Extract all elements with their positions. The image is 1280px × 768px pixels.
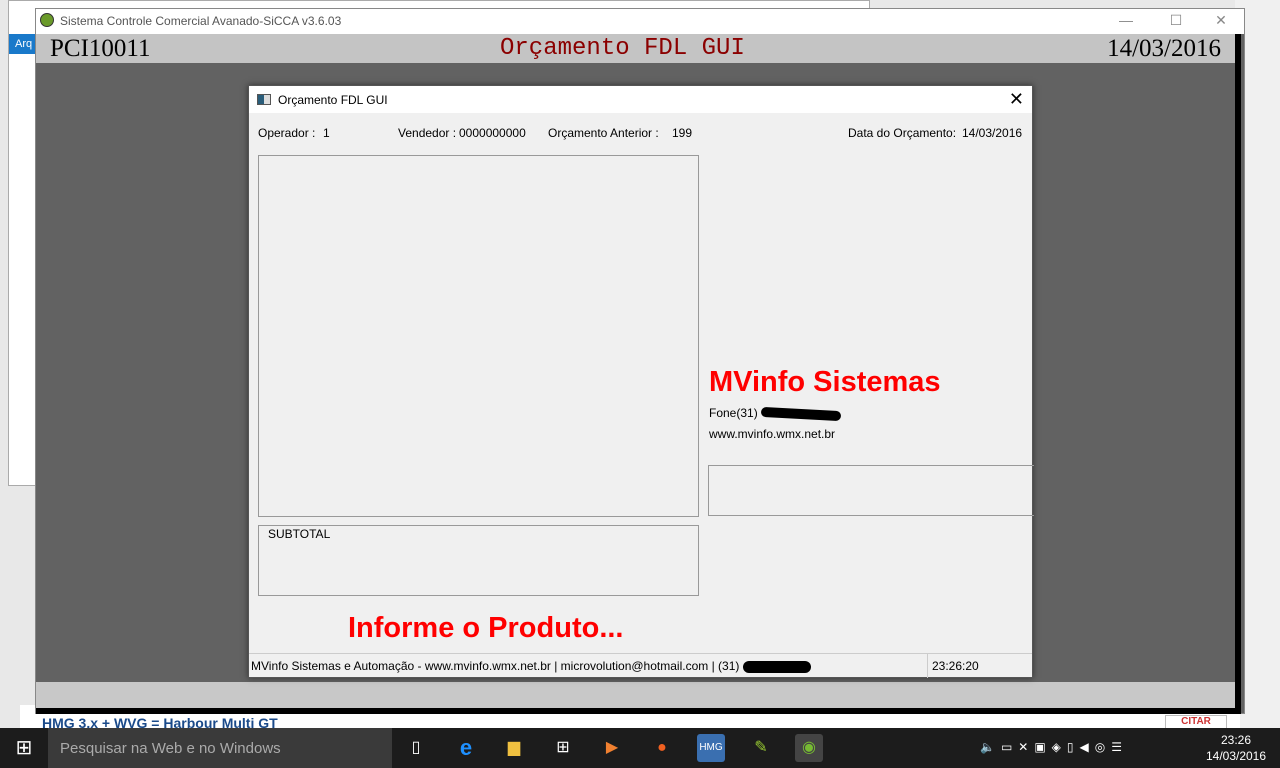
hmg-icon[interactable]: HMG	[697, 734, 725, 762]
edge-icon[interactable]: e	[452, 734, 480, 762]
header-bar: PCI10011 Orçamento FDL GUI 14/03/2016	[36, 34, 1235, 63]
status-text-wrap: MVinfo Sistemas e Automação - www.mvinfo…	[251, 659, 811, 673]
screen-title: Orçamento FDL GUI	[500, 35, 745, 62]
seller-label: Vendedor :	[398, 126, 457, 140]
taskbar: ⊞ Pesquisar na Web e no Windows ▯ e ▆ ⊞ …	[0, 728, 1280, 768]
operator-label: Operador :	[258, 126, 316, 140]
close-button[interactable]: ✕	[1201, 12, 1241, 32]
divider	[1235, 34, 1241, 714]
phone-line: Fone(31)	[709, 406, 842, 421]
status-time: 23:26:20	[932, 659, 979, 673]
editor-icon[interactable]: ✎	[747, 734, 775, 762]
bottom-strip	[36, 682, 1235, 708]
info-box	[708, 465, 1034, 516]
window-icon	[257, 94, 271, 105]
search-input[interactable]: Pesquisar na Web e no Windows	[48, 728, 392, 768]
firefox-icon[interactable]: ●	[648, 734, 676, 762]
maximize-button[interactable]: ☐	[1156, 12, 1196, 32]
dialog-title: Orçamento FDL GUI	[278, 93, 388, 107]
divider	[36, 708, 1241, 714]
program-code: PCI10011	[50, 35, 151, 62]
previous-budget-label: Orçamento Anterior :	[548, 126, 659, 140]
status-bar: MVinfo Sistemas e Automação - www.mvinfo…	[249, 653, 1032, 678]
header-date: 14/03/2016	[1107, 35, 1221, 62]
operator-value: 1	[323, 126, 330, 140]
system-tray-icons[interactable]: 🔈▭✕▣◈▯◀◎☰	[980, 740, 1128, 754]
dialog-close-button[interactable]: ✕	[1009, 89, 1024, 110]
file-explorer-icon[interactable]: ▆	[500, 734, 528, 762]
brand-name: MVinfo Sistemas	[709, 366, 941, 398]
subtotal-box: SUBTOTAL	[258, 525, 699, 596]
budget-dialog: Orçamento FDL GUI ✕ Operador : 1 Vendedo…	[248, 85, 1034, 678]
app-logo-icon	[40, 13, 54, 27]
budget-date-value: 14/03/2016	[962, 126, 1023, 140]
clock-date: 14/03/2016	[1205, 749, 1267, 763]
items-grid[interactable]	[258, 155, 699, 517]
redaction-mark	[742, 660, 811, 673]
phone-label: Fone(31)	[709, 406, 758, 420]
clock[interactable]: 23:26 14/03/2016	[1196, 732, 1276, 764]
redaction-mark	[760, 406, 842, 421]
sicca-app-icon[interactable]: ◉	[795, 734, 823, 762]
budget-date-label: Data do Orçamento:	[848, 126, 957, 140]
store-icon[interactable]: ⊞	[549, 734, 577, 762]
status-text: MVinfo Sistemas e Automação - www.mvinfo…	[251, 659, 740, 673]
windows-start-icon[interactable]: ⊞	[0, 728, 48, 768]
dialog-title-bar: Orçamento FDL GUI ✕	[249, 86, 1032, 113]
website: www.mvinfo.wmx.net.br	[709, 427, 836, 441]
divider	[927, 654, 928, 678]
previous-budget-value: 199	[672, 126, 693, 140]
seller-value: 0000000000	[459, 126, 526, 140]
subtotal-label: SUBTOTAL	[268, 527, 334, 541]
clock-time: 23:26	[1220, 733, 1252, 747]
minimize-button[interactable]: —	[1106, 12, 1146, 32]
task-view-icon[interactable]: ▯	[402, 734, 430, 762]
main-window-title: Sistema Controle Comercial Avanado-SiCCA…	[60, 14, 342, 28]
main-title-bar: Sistema Controle Comercial Avanado-SiCCA…	[36, 9, 1244, 34]
media-player-icon[interactable]: ▶	[598, 734, 626, 762]
product-prompt: Informe o Produto...	[348, 612, 624, 644]
